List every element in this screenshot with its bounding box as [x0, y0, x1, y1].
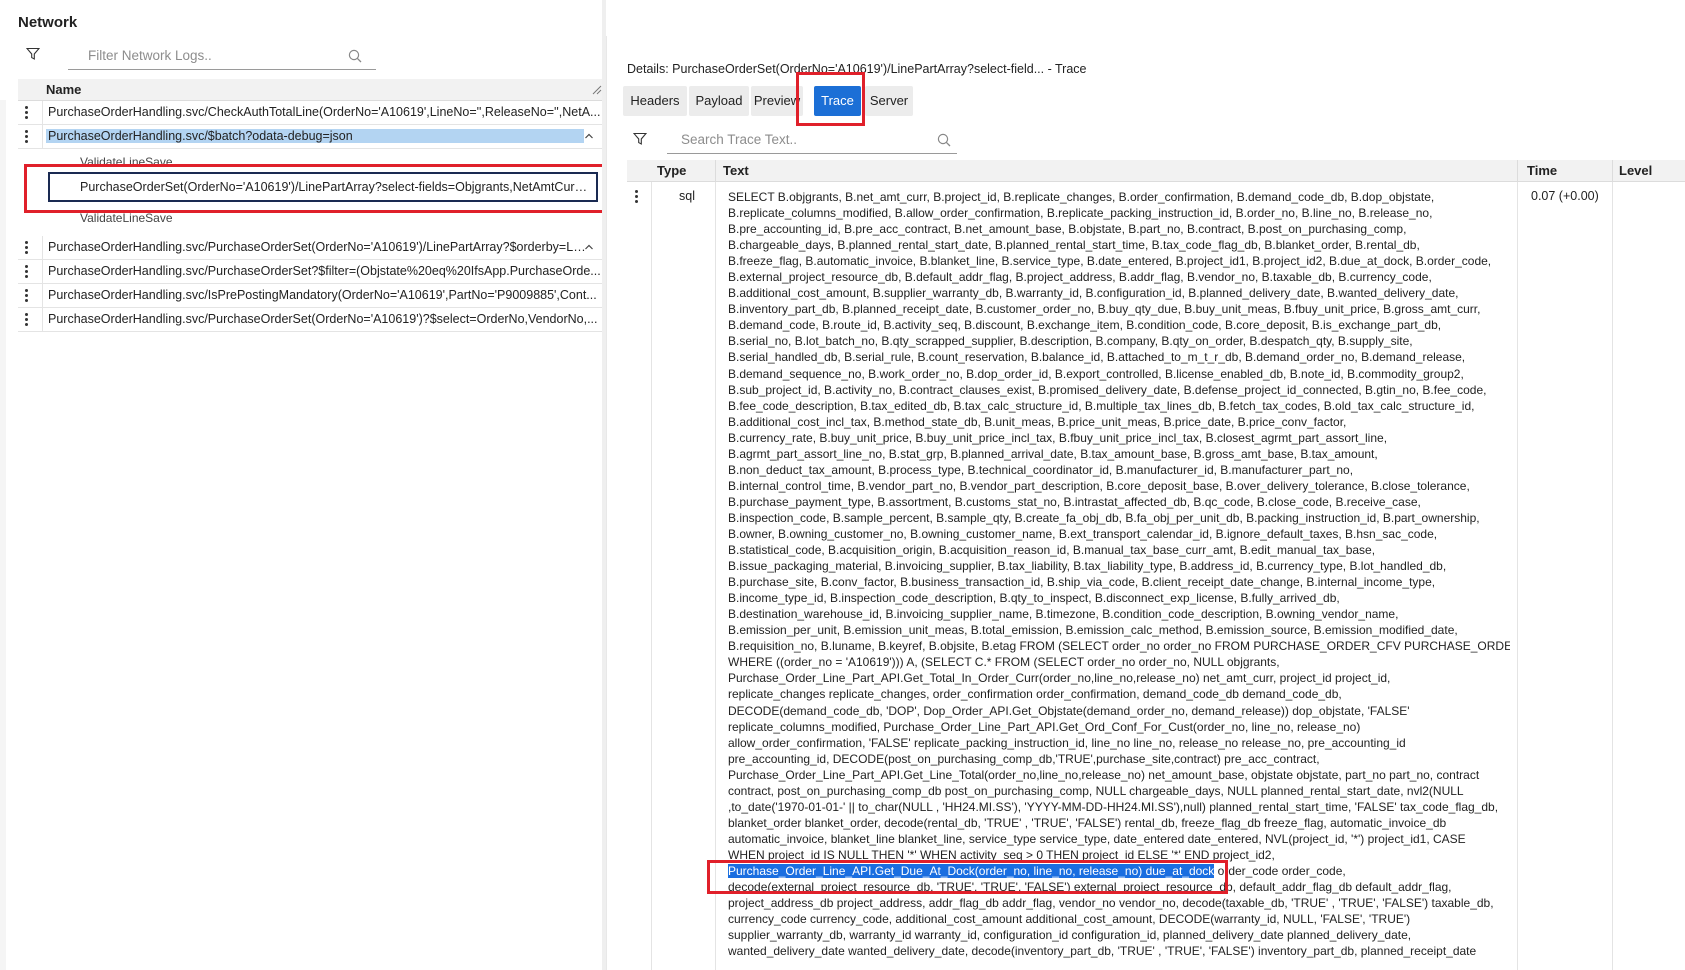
sql-line: allow_order_confirmation, 'FALSE' replic…	[728, 735, 1406, 750]
trace-filter	[627, 126, 957, 154]
network-row[interactable]: PurchaseOrderHandling.svc/IsPrePostingMa…	[18, 284, 602, 308]
sql-line: pre_accounting_id, DECODE(post_on_purcha…	[728, 751, 1320, 766]
sql-line: replicate_columns_modified, Purchase_Ord…	[728, 719, 1361, 734]
sql-line: B.owner, B.owning_customer_no, B.owning_…	[728, 526, 1438, 541]
sql-line: B.purchase_site, B.conv_factor, B.busine…	[728, 575, 1436, 590]
network-row[interactable]: PurchaseOrderHandling.svc/PurchaseOrderS…	[18, 236, 602, 260]
row-menu-icon[interactable]	[635, 190, 639, 204]
sql-line: B.replicate_columns_modified, B.allow_or…	[728, 206, 1433, 221]
sql-line: B.requisition_no, B.luname, B.keyref, B.…	[728, 639, 1510, 654]
sql-line: wanted_delivery_date wanted_delivery_dat…	[728, 944, 1477, 959]
sql-line: B.income_type_id, B.inspection_code_desc…	[728, 591, 1340, 606]
sql-line: B.currency_rate, B.buy_unit_price, B.buy…	[728, 430, 1388, 445]
sql-line: ,to_date('1970-01-01-' || to_char(NULL ,…	[728, 799, 1499, 814]
sql-line: B.destination_warehouse_id, B.invoicing_…	[728, 607, 1399, 622]
network-row[interactable]: PurchaseOrderHandling.svc/PurchaseOrderS…	[18, 308, 602, 332]
tab-highlight-box	[796, 72, 865, 126]
row-text: PurchaseOrderHandling.svc/IsPrePostingMa…	[48, 288, 597, 302]
sql-line: B.additional_cost_incl_tax, B.method_sta…	[728, 414, 1347, 429]
sql-line: currency_code currency_code, additional_…	[728, 912, 1411, 927]
row-menu-icon[interactable]	[25, 130, 29, 144]
column-header-type[interactable]: Type	[657, 163, 686, 178]
network-row[interactable]: PurchaseOrderHandling.svc/PurchaseOrderS…	[18, 260, 602, 284]
network-grid-header: Name	[18, 79, 602, 101]
highlight-box	[24, 164, 617, 213]
trace-type: sql	[679, 189, 695, 203]
row-text: PurchaseOrderHandling.svc/PurchaseOrderS…	[48, 312, 598, 326]
network-panel: Network Name PurchaseOrderHandling.svc/C…	[0, 0, 617, 970]
sql-line: B.fee_code_description, B.tax_edited_db,…	[728, 398, 1475, 413]
network-row-selected[interactable]: PurchaseOrderHandling.svc/$batch?odata-d…	[18, 125, 602, 149]
sql-line: B.purchase_payment_type, B.assortment, B…	[728, 494, 1421, 509]
row-text: PurchaseOrderHandling.svc/PurchaseOrderS…	[48, 240, 586, 254]
sql-line: B.issue_packaging_material, B.invoicing_…	[728, 559, 1447, 574]
sql-line: B.non_deduct_tax_amount, B.process_type,…	[728, 462, 1354, 477]
sql-line: B.internal_control_time, B.vendor_part_n…	[728, 478, 1470, 493]
row-text: PurchaseOrderHandling.svc/$batch?odata-d…	[46, 129, 584, 143]
sql-line: automatic_invoice, blanket_line blanket_…	[728, 831, 1466, 846]
sql-line: B.agrmt_part_assort_line_no, B.stat_grp,…	[728, 446, 1378, 461]
sql-line: B.inspection_code, B.sample_percent, B.s…	[728, 510, 1480, 525]
trace-time: 0.07 (+0.00)	[1531, 189, 1599, 203]
sql-line: B.serial_handled_db, B.serial_rule, B.co…	[728, 350, 1466, 365]
row-menu-icon[interactable]	[25, 289, 29, 303]
chevron-up-icon[interactable]	[584, 131, 594, 141]
sql-line: B.statistical_code, B.acquisition_origin…	[728, 543, 1376, 558]
row-text: PurchaseOrderHandling.svc/CheckAuthTotal…	[48, 105, 601, 119]
sub-item-validate-line-save[interactable]: ValidateLineSave	[80, 211, 173, 225]
sql-line: B.serial_no, B.lot_batch_no, B.qty_scrap…	[728, 334, 1413, 349]
trace-row[interactable]: sql 0.07 (+0.00) SELECT B.objgrants, B.n…	[627, 182, 1685, 970]
sql-line: SELECT B.objgrants, B.net_amt_curr, B.pr…	[728, 190, 1435, 204]
tab-server[interactable]: Server	[865, 86, 913, 116]
chevron-up-icon[interactable]	[584, 242, 594, 252]
row-text: PurchaseOrderHandling.svc/PurchaseOrderS…	[48, 264, 601, 278]
sql-line: project_address_db project_address, addr…	[728, 896, 1494, 911]
search-trace-input[interactable]	[667, 126, 957, 154]
sql-line: WHERE ((order_no = 'A10619'))) A, (SELEC…	[728, 655, 1280, 670]
sql-line: Purchase_Order_Line_Part_API.Get_Line_To…	[728, 767, 1480, 782]
column-header-time[interactable]: Time	[1527, 163, 1557, 178]
network-filter	[18, 42, 376, 70]
network-title: Network	[18, 14, 78, 31]
row-menu-icon[interactable]	[25, 313, 29, 327]
search-icon[interactable]	[348, 49, 362, 63]
sql-line: B.pre_accounting_id, B.pre_acc_contract,…	[728, 222, 1407, 237]
row-menu-icon[interactable]	[25, 106, 29, 120]
column-header-level[interactable]: Level	[1619, 163, 1652, 178]
sql-highlight-box	[707, 860, 1228, 894]
sql-line: B.external_project_resource_db, B.defaul…	[728, 270, 1432, 285]
sql-line: replicate_changes replicate_changes, ord…	[728, 687, 1342, 702]
row-menu-icon[interactable]	[25, 241, 29, 255]
row-menu-icon[interactable]	[25, 265, 29, 279]
sql-line: B.demand_sequence_no, B.work_order_no, B…	[728, 366, 1464, 381]
search-icon[interactable]	[937, 133, 951, 147]
sql-line: Purchase_Order_Line_Part_API.Get_Total_I…	[728, 671, 1391, 686]
sql-line: B.inventory_part_db, B.planned_receipt_d…	[728, 302, 1481, 317]
tab-headers[interactable]: Headers	[623, 86, 687, 116]
sql-line: B.additional_cost_amount, B.supplier_war…	[728, 286, 1459, 301]
filter-network-input[interactable]	[68, 42, 376, 70]
column-header-name[interactable]: Name	[46, 82, 81, 97]
sql-line: B.chargeable_days, B.planned_rental_star…	[728, 238, 1420, 253]
network-row[interactable]: PurchaseOrderHandling.svc/CheckAuthTotal…	[18, 101, 602, 125]
sql-line: DECODE(demand_code_db, 'DOP', Dop_Order_…	[728, 703, 1410, 718]
sql-line: supplier_warranty_db, warranty_id warran…	[728, 928, 1412, 943]
sql-text[interactable]: SELECT B.objgrants, B.net_amt_curr, B.pr…	[728, 189, 1510, 959]
sql-line: B.sub_project_id, B.activity_no, B.contr…	[728, 382, 1487, 397]
sql-line-rest: order_code order_code,	[1214, 863, 1346, 878]
details-panel: Details: PurchaseOrderSet(OrderNo='A1061…	[606, 36, 1685, 970]
filter-icon[interactable]	[26, 47, 40, 61]
trace-grid-header: Type Text Time Level	[627, 160, 1685, 182]
sql-line: blanket_order blanket_order, decode(rent…	[728, 815, 1447, 830]
sql-line: contract, post_on_purchasing_comp_db pos…	[728, 783, 1464, 798]
left-scroll-track[interactable]	[0, 100, 6, 970]
sql-line: B.demand_code, B.route_id, B.activity_se…	[728, 318, 1442, 333]
column-header-text[interactable]: Text	[723, 163, 749, 178]
filter-icon[interactable]	[633, 132, 647, 146]
tab-payload[interactable]: Payload	[689, 86, 749, 116]
sql-line: B.freeze_flag, B.automatic_invoice, B.bl…	[728, 254, 1492, 269]
column-resize-icon[interactable]	[592, 85, 602, 95]
sql-line: B.emission_per_unit, B.emission_unit_mea…	[728, 623, 1458, 638]
